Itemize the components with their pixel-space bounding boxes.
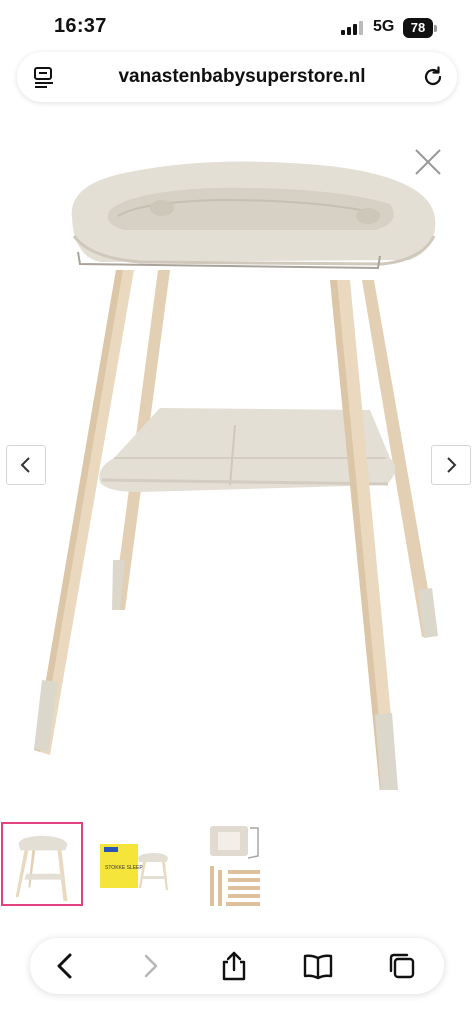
tabs-icon[interactable] [386,950,418,982]
chevron-left-icon [20,457,30,473]
product-image[interactable] [30,140,450,790]
box-label: STOKKE SLEEP [105,865,143,871]
browser-toolbar [30,938,444,994]
back-icon[interactable] [50,950,82,982]
battery-level: 78 [403,18,433,38]
previous-image-button[interactable] [6,445,46,485]
thumbnail-3-image [210,826,260,906]
battery-cap [434,25,437,32]
thumbnail-1[interactable] [1,822,83,906]
close-icon[interactable] [412,146,444,178]
url-text[interactable]: vanastenbabysuperstore.nl [97,66,387,88]
page-menu-icon[interactable] [33,66,55,88]
product-gallery [0,120,474,810]
thumbnail-1-image [15,835,68,902]
bookmarks-icon[interactable] [302,950,334,982]
share-icon[interactable] [218,950,250,982]
address-bar[interactable]: vanastenbabysuperstore.nl [17,52,457,102]
status-time: 16:37 [54,15,107,37]
thumbnail-3[interactable] [196,822,278,906]
thumbnail-2-image: STOKKE SLEEP [100,844,168,890]
signal-icon [341,21,365,35]
thumbnail-strip: STOKKE SLEEP [0,822,474,912]
thumbnail-2[interactable]: STOKKE SLEEP [96,822,178,906]
next-image-button[interactable] [431,445,471,485]
reload-icon[interactable] [421,65,445,89]
battery-icon: 78 [403,18,437,38]
forward-icon[interactable] [134,950,166,982]
status-bar: 16:37 5G 78 [0,0,474,56]
network-label: 5G [373,18,395,35]
chevron-right-icon [447,457,457,473]
